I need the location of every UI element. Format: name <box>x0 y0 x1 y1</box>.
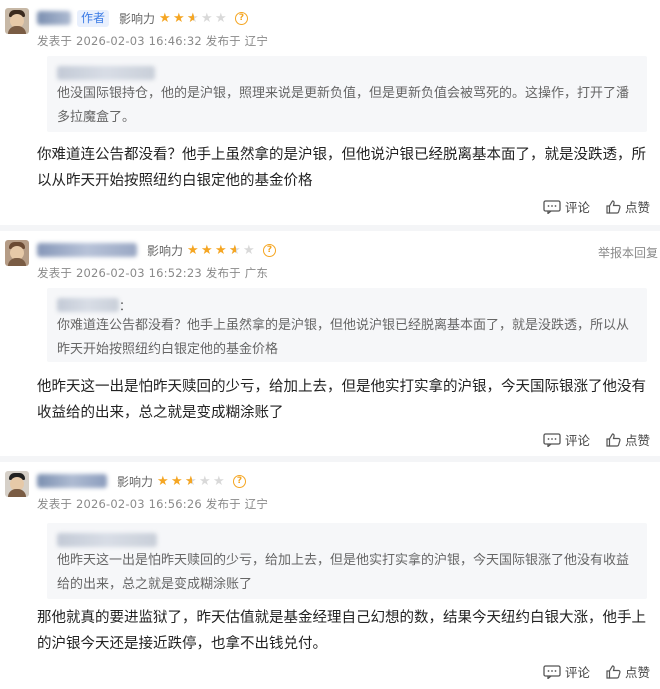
user-info-row: 影响力 ★★★★★ ? <box>37 472 247 490</box>
like-button[interactable]: 点赞 <box>606 197 650 216</box>
comment-icon <box>543 199 561 214</box>
comment-button[interactable]: 评论 <box>543 662 590 681</box>
username-blurred[interactable] <box>37 474 107 488</box>
star-icon: ★ <box>157 473 169 489</box>
quoted-text: 他没国际银持仓，他的是沪银，照理来说是更新负值，但是更新负值会被骂死的。这操作，… <box>57 86 630 125</box>
thumbs-up-icon <box>606 199 621 214</box>
influence-stars: ★ ★ ★ ★ ★ <box>159 12 229 25</box>
like-button[interactable]: 点赞 <box>606 430 650 449</box>
star-icon: ★ <box>215 10 227 26</box>
star-icon: ★ <box>173 10 185 26</box>
comment-text: 你难道连公告都没看？他手上虽然拿的是沪银，但他说沪银已经脱离基本面了，就是没跌透… <box>37 147 646 189</box>
username-blurred[interactable] <box>37 11 71 25</box>
like-label: 点赞 <box>624 433 650 448</box>
post-meta: 发表于 2026-02-03 16:56:26 发布于 辽宁 <box>37 497 269 511</box>
quoted-text: 你难道连公告都没看？他手上虽然拿的是沪银，但他说沪银已经脱离基本面了，就是没跌透… <box>57 318 630 357</box>
help-icon[interactable]: ? <box>235 11 249 25</box>
report-link[interactable]: 举报本回复 <box>598 244 658 261</box>
username-blurred[interactable] <box>37 243 137 257</box>
comment-button[interactable]: 评论 <box>543 197 590 216</box>
star-icon: ★ <box>213 473 225 489</box>
comment-button[interactable]: 评论 <box>543 430 590 449</box>
star-icon: ★ <box>159 10 171 26</box>
author-badge: 作者 <box>77 9 110 27</box>
post-meta: 发表于 2026-02-03 16:46:32 发布于 辽宁 <box>37 34 269 48</box>
star-icon: ★ <box>215 242 227 258</box>
avatar[interactable] <box>5 8 29 34</box>
comment-label: 评论 <box>564 433 590 448</box>
avatar[interactable] <box>5 240 29 266</box>
star-icon: ★ <box>171 473 183 489</box>
thumbs-up-icon <box>606 432 621 447</box>
influence-label: 影响力 <box>119 11 156 26</box>
star-icon: ★ <box>187 242 199 258</box>
quoted-text: 他昨天这一出是怕昨天赎回的少亏，给加上去，但是他实打实拿的沪银，今天国际银涨了他… <box>57 553 630 592</box>
influence-label: 影响力 <box>147 243 184 258</box>
help-icon[interactable]: ? <box>263 243 277 257</box>
comment-divider <box>0 225 660 231</box>
user-info-row: 影响力 ★★★★★ ? <box>37 241 277 259</box>
comment-actions: 评论 点赞 <box>527 662 650 681</box>
star-icon: ★ <box>229 244 242 257</box>
quoted-reply: 他没国际银持仓，他的是沪银，照理来说是更新负值，但是更新负值会被骂死的。这操作，… <box>47 56 647 132</box>
comment-text: 那他就真的要进监狱了，昨天估值就是基金经理自己幻想的数，结果今天纽约白银大涨，他… <box>37 610 646 652</box>
user-info-row: 作者 影响力 ★★★★★ ? <box>37 9 249 27</box>
avatar[interactable] <box>5 471 29 497</box>
comment-divider <box>0 456 660 462</box>
quoted-username-blurred <box>57 66 155 80</box>
influence-stars: ★ ★ ★ ★ ★ <box>157 475 227 488</box>
like-label: 点赞 <box>624 665 650 680</box>
comment-card: 影响力 ★★★★★ ? 举报本回复 发表于 2026-02-03 16:52:2… <box>0 232 660 454</box>
quoted-username: ： <box>57 296 637 314</box>
star-icon: ★ <box>187 12 200 25</box>
comment-actions: 评论 点赞 <box>527 197 650 216</box>
star-icon: ★ <box>243 242 255 258</box>
comment-actions: 评论 点赞 <box>527 430 650 449</box>
thumbs-up-icon <box>606 664 621 679</box>
quoted-reply: ： 你难道连公告都没看？他手上虽然拿的是沪银，但他说沪银已经脱离基本面了，就是没… <box>47 288 647 362</box>
post-meta: 发表于 2026-02-03 16:52:23 发布于 广东 <box>37 266 269 280</box>
comment-icon <box>543 664 561 679</box>
quoted-username-blurred <box>57 533 157 547</box>
quoted-username-blurred <box>57 298 119 312</box>
help-icon[interactable]: ? <box>233 474 247 488</box>
comment-text: 他昨天这一出是怕昨天赎回的少亏，给加上去，但是他实打实拿的沪银，今天国际银涨了他… <box>37 379 646 421</box>
star-icon: ★ <box>185 475 198 488</box>
quoted-username <box>57 64 637 82</box>
like-button[interactable]: 点赞 <box>606 662 650 681</box>
star-icon: ★ <box>201 10 213 26</box>
star-icon: ★ <box>201 242 213 258</box>
quoted-colon: ： <box>119 298 132 313</box>
comment-card: 影响力 ★★★★★ ? 发表于 2026-02-03 16:56:26 发布于 … <box>0 463 660 689</box>
quoted-username <box>57 531 637 549</box>
quoted-reply: 他昨天这一出是怕昨天赎回的少亏，给加上去，但是他实打实拿的沪银，今天国际银涨了他… <box>47 523 647 599</box>
comment-icon <box>543 432 561 447</box>
influence-label: 影响力 <box>117 474 154 489</box>
like-label: 点赞 <box>624 200 650 215</box>
influence-stars: ★ ★ ★ ★ ★ <box>187 244 257 257</box>
comment-label: 评论 <box>564 665 590 680</box>
star-icon: ★ <box>199 473 211 489</box>
comment-label: 评论 <box>564 200 590 215</box>
comment-card: 作者 影响力 ★★★★★ ? 发表于 2026-02-03 16:46:32 发… <box>0 0 660 225</box>
